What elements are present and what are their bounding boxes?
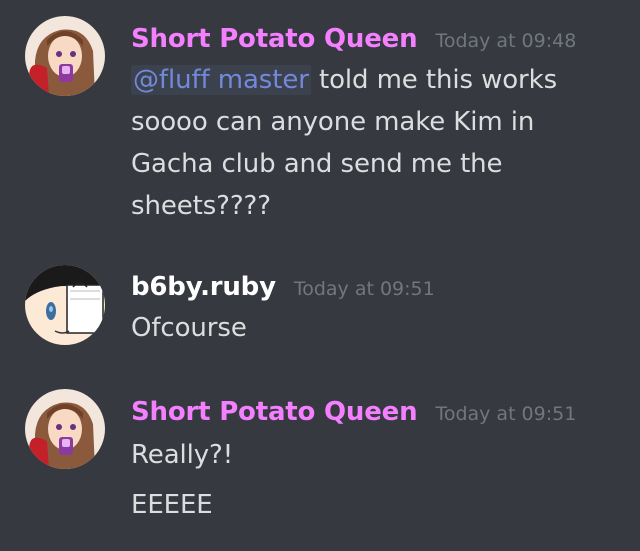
user-avatar-icon: [25, 16, 105, 96]
message-line: EEEEE: [131, 490, 213, 520]
message-group: b6by.ruby Today at 09:51 Ofcourse: [0, 262, 640, 362]
username[interactable]: Short Potato Queen: [131, 24, 418, 54]
timestamp[interactable]: Today at 09:48: [435, 30, 576, 52]
message-content: Really?! EEEEE: [131, 434, 611, 526]
avatar[interactable]: [25, 389, 105, 469]
user-avatar-icon: [25, 389, 105, 469]
message-header: Short Potato Queen Today at 09:51: [131, 397, 576, 427]
timestamp[interactable]: Today at 09:51: [294, 278, 435, 300]
username[interactable]: b6by.ruby: [131, 272, 276, 302]
message-line: soooo can anyone make Kim in: [131, 107, 535, 137]
username[interactable]: Short Potato Queen: [131, 397, 418, 427]
message-line: Really?!: [131, 440, 234, 470]
user-mention[interactable]: @fluff master: [131, 65, 311, 95]
message-group: Short Potato Queen Today at 09:51 Really…: [0, 387, 640, 527]
avatar[interactable]: [25, 16, 105, 96]
message-line: Ofcourse: [131, 313, 247, 343]
message-text: told me this works: [310, 65, 558, 95]
message-content: Ofcourse: [131, 307, 611, 349]
message-line: @fluff master told me this works: [131, 59, 611, 101]
timestamp[interactable]: Today at 09:51: [435, 403, 576, 425]
message-header: b6by.ruby Today at 09:51: [131, 272, 435, 302]
message-line: Gacha club and send me the: [131, 149, 503, 179]
message-line: sheets????: [131, 191, 271, 221]
message-header: Short Potato Queen Today at 09:48: [131, 24, 576, 54]
message-group: Short Potato Queen Today at 09:48 @fluff…: [0, 14, 640, 229]
avatar[interactable]: [25, 265, 105, 345]
user-avatar-icon: [25, 265, 105, 345]
message-content: @fluff master told me this works soooo c…: [131, 59, 611, 227]
